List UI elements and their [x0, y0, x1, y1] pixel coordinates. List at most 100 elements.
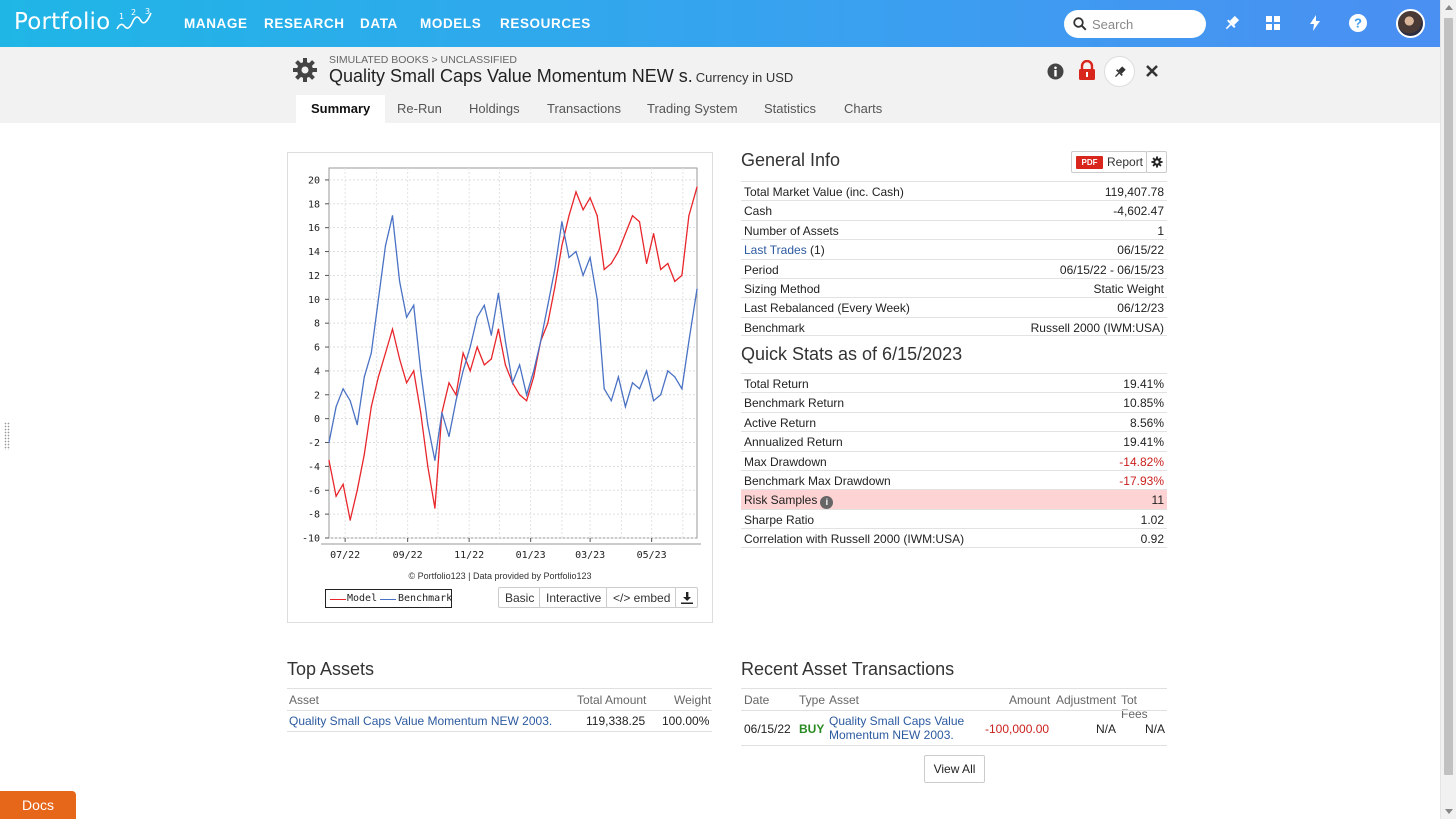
- nav-research[interactable]: RESEARCH: [264, 16, 345, 31]
- page-scrollbar[interactable]: [1440, 0, 1456, 819]
- data-point-benchmark: [328, 441, 330, 444]
- view-all-button[interactable]: View All: [924, 755, 985, 783]
- report-settings-button[interactable]: [1146, 151, 1167, 173]
- nav-data[interactable]: DATA: [360, 16, 398, 31]
- col-header-tot-fees: Tot Fees: [1121, 693, 1148, 721]
- y-tick-label: 2: [314, 390, 320, 401]
- chart-interactive-button[interactable]: Interactive: [539, 587, 609, 608]
- last-trades-link[interactable]: Last Trades: [744, 243, 807, 257]
- data-point-model: [596, 215, 598, 217]
- data-point-model: [610, 262, 612, 265]
- data-point-model: [568, 215, 570, 217]
- data-point-model: [476, 346, 478, 348]
- chart-download-button[interactable]: [675, 587, 698, 608]
- tab-holdings[interactable]: Holdings: [454, 95, 535, 123]
- portfolio123-logo[interactable]: Portfolio 1 2 3: [14, 7, 152, 35]
- pdf-report-button[interactable]: PDF Report: [1071, 151, 1147, 173]
- data-point-benchmark: [519, 364, 521, 366]
- nav-resources[interactable]: RESOURCES: [500, 16, 591, 31]
- nav-manage[interactable]: MANAGE: [184, 16, 248, 31]
- data-point-model: [455, 394, 457, 396]
- pin-portfolio-button[interactable]: [1104, 56, 1135, 87]
- user-avatar[interactable]: [1396, 9, 1425, 38]
- data-point-benchmark: [476, 316, 478, 318]
- scrollbar-thumb[interactable]: [1444, 18, 1453, 775]
- col-header-amount: Amount: [1009, 693, 1051, 707]
- divider: [741, 745, 1167, 746]
- data-point-model: [391, 328, 394, 330]
- data-point-benchmark: [681, 388, 683, 390]
- tx-type: BUY: [799, 722, 825, 736]
- data-point-benchmark: [596, 298, 598, 300]
- docs-button[interactable]: Docs: [0, 791, 76, 819]
- data-point-model: [519, 394, 521, 396]
- quick-stats-title: Quick Stats as of 6/15/2023: [741, 344, 963, 364]
- logo-text: Portfolio: [14, 9, 111, 35]
- stat-row-risk-samples: Risk Samples i 11: [741, 489, 1167, 510]
- chart-embed-button[interactable]: </> embed: [606, 587, 678, 608]
- data-point-model: [342, 483, 344, 485]
- col-header-date: Date: [744, 693, 770, 707]
- info-label: Sizing Method: [744, 281, 821, 296]
- y-tick-label: 18: [308, 199, 320, 210]
- data-point-model: [497, 328, 499, 330]
- stat-value: -17.93%: [1119, 473, 1164, 488]
- apps-grid-icon[interactable]: [1263, 13, 1283, 33]
- info-icon[interactable]: [1047, 63, 1064, 80]
- tab-summary[interactable]: Summary: [296, 95, 386, 123]
- svg-text:1: 1: [119, 12, 124, 21]
- data-point-benchmark: [448, 435, 450, 438]
- info-row-sizing-method: Sizing Method Static Weight: [741, 277, 1167, 297]
- gear-icon: [1151, 156, 1163, 168]
- pin-icon[interactable]: [1222, 13, 1242, 33]
- stat-label: Total Return: [744, 377, 809, 391]
- info-icon[interactable]: i: [820, 496, 834, 510]
- data-point-model: [504, 364, 506, 366]
- data-point-model: [363, 453, 365, 456]
- nav-models[interactable]: MODELS: [420, 16, 481, 31]
- tx-asset-link[interactable]: Momentum NEW 2003.: [829, 728, 954, 742]
- sidebar-drag-handle[interactable]: [4, 422, 10, 450]
- breadcrumb[interactable]: SIMULATED BOOKS > UNCLASSIFIED: [329, 54, 517, 66]
- lock-icon[interactable]: [1078, 60, 1096, 81]
- lightning-icon[interactable]: [1305, 13, 1325, 33]
- tab-charts[interactable]: Charts: [829, 95, 897, 123]
- data-point-benchmark: [497, 292, 499, 294]
- stat-row-correlation: Correlation with Russell 2000 (IWM:USA) 0…: [741, 528, 1167, 548]
- data-point-model: [335, 495, 337, 497]
- scroll-up-arrow-icon[interactable]: [1445, 5, 1453, 10]
- scroll-down-arrow-icon[interactable]: [1445, 809, 1453, 814]
- chart-basic-button[interactable]: Basic: [498, 587, 542, 608]
- data-point-benchmark: [526, 394, 528, 396]
- data-point-benchmark: [455, 400, 457, 402]
- risk-samples-label: Risk Samples: [744, 493, 818, 508]
- tab-trading-system[interactable]: Trading System: [632, 95, 753, 123]
- data-point-benchmark: [547, 304, 549, 306]
- info-row-benchmark: Benchmark Russell 2000 (IWM:USA): [741, 316, 1167, 337]
- page-title: Quality Small Caps Value Momentum NEW s.…: [329, 66, 793, 87]
- info-value: 06/15/22 - 06/15/23: [1059, 262, 1164, 277]
- asset-link[interactable]: Quality Small Caps Value Momentum NEW 20…: [289, 714, 552, 728]
- data-point-benchmark: [589, 256, 591, 259]
- tab-transactions[interactable]: Transactions: [532, 95, 636, 123]
- last-trades-date-link[interactable]: 06/15/22: [1117, 243, 1164, 257]
- top-assets-table: Asset Total Amount Weight Quality Small …: [287, 689, 712, 733]
- tx-asset-link[interactable]: Quality Small Caps Value: [829, 714, 964, 728]
- y-tick-label: -10: [302, 534, 320, 545]
- data-point-benchmark: [370, 352, 372, 354]
- help-icon[interactable]: ?: [1348, 13, 1368, 33]
- info-value: 119,407.78: [1104, 185, 1164, 199]
- performance-chart[interactable]: 20181614121086420-2-4-6-8-1007/22 09/22 11…: [288, 153, 712, 568]
- y-tick-label: 6: [314, 343, 320, 354]
- tab-re-run[interactable]: Re-Run: [382, 95, 457, 123]
- recent-transactions-table: Date Type Asset Amount Adjustment Tot Fe…: [741, 689, 1167, 745]
- settings-gear-icon[interactable]: [292, 57, 318, 83]
- search-input[interactable]: [1092, 15, 1200, 33]
- x-tick-label: 11/22: [454, 550, 484, 561]
- data-point-benchmark: [413, 304, 415, 306]
- tab-statistics[interactable]: Statistics: [749, 95, 831, 123]
- portfolio-name: Quality Small Caps Value Momentum NEW s.: [329, 66, 693, 86]
- data-point-benchmark: [696, 288, 698, 290]
- data-point-model: [427, 465, 429, 467]
- close-icon[interactable]: [1145, 64, 1159, 78]
